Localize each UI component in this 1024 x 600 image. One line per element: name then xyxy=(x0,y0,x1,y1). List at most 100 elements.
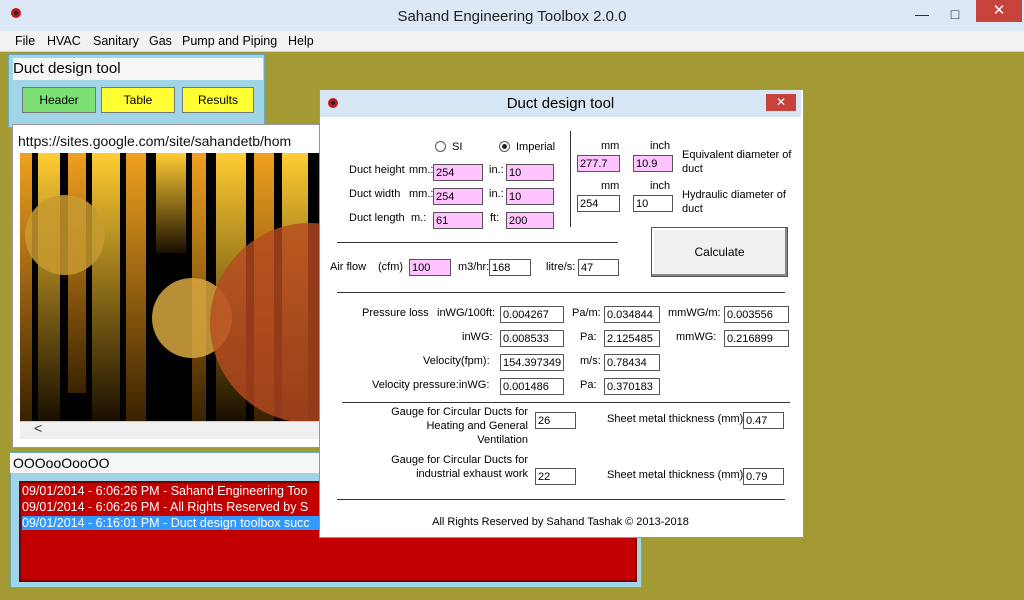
log-title: OOOooOooOO xyxy=(13,455,110,471)
equiv-mm-field[interactable]: 277.7 xyxy=(577,155,620,172)
menu-help[interactable]: Help xyxy=(288,34,314,48)
mmwgm-label: mmWG/m: xyxy=(668,307,721,319)
ls-field[interactable]: 47 xyxy=(578,259,619,276)
imperial-label: Imperial xyxy=(516,141,556,153)
log-line[interactable]: 09/01/2014 - 6:06:26 PM - All Rights Res… xyxy=(22,500,308,514)
imperial-radio[interactable] xyxy=(499,141,510,152)
calculate-button[interactable]: Calculate xyxy=(651,227,788,277)
panel-title: Duct design tool xyxy=(13,58,263,80)
mm-header: mm xyxy=(601,140,620,152)
divider xyxy=(342,402,790,403)
hydraulic-inch-field[interactable]: 10 xyxy=(633,195,673,212)
gauge-industrial-label-line: Gauge for Circular Ducts for xyxy=(391,454,528,466)
width-si-unit: mm.: xyxy=(409,188,434,200)
gauge-industrial-label-line: industrial exhaust work xyxy=(416,468,528,480)
velocity-label: Velocity(fpm): xyxy=(423,355,490,367)
divider xyxy=(337,292,785,293)
close-icon[interactable]: ✕ xyxy=(976,0,1022,22)
inwg100-field[interactable]: 0.004267 xyxy=(500,306,564,323)
equiv-inch-field[interactable]: 10.9 xyxy=(633,155,673,172)
airflow-label: Air flow xyxy=(330,261,367,273)
duct-width-label: Duct width xyxy=(349,188,401,200)
si-label: SI xyxy=(452,141,463,153)
pa-field[interactable]: 2.125485 xyxy=(604,330,660,347)
hvac-thickness-field[interactable]: 0.47 xyxy=(743,412,784,429)
mmwgm-field[interactable]: 0.003556 xyxy=(724,306,789,323)
vp-pa-label: Pa: xyxy=(580,379,597,391)
table-button[interactable]: Table xyxy=(101,87,175,113)
cfm-field[interactable]: 100 xyxy=(409,259,451,276)
dialog-title: Duct design tool xyxy=(506,95,615,112)
inwg-label: inWG: xyxy=(462,331,493,343)
inch-header: inch xyxy=(650,140,671,152)
length-imp-field[interactable]: 200 xyxy=(506,212,554,229)
gauge-hvac-label-line: Heating and General xyxy=(426,420,528,432)
log-line-selected[interactable]: 09/01/2014 - 6:16:01 PM - Duct design to… xyxy=(22,516,320,530)
velocity-pressure-label: Velocity pressure:inWG: xyxy=(372,379,490,391)
divider xyxy=(337,499,785,500)
width-imp-field[interactable]: 10 xyxy=(506,188,554,205)
scroll-left-icon[interactable]: < xyxy=(34,420,42,436)
pam-label: Pa/m: xyxy=(572,307,601,319)
height-imp-field[interactable]: 10 xyxy=(506,164,554,181)
hvac-thickness-label: Sheet metal thickness (mm): xyxy=(607,413,747,425)
log-line[interactable]: 09/01/2014 - 6:06:26 PM - Sahand Enginee… xyxy=(22,484,307,498)
inwg100-label: inWG/100ft: xyxy=(437,307,496,319)
height-si-unit: mm.: xyxy=(409,164,434,176)
m3hr-field[interactable]: 168 xyxy=(489,259,531,276)
header-image xyxy=(20,153,320,421)
footer-copyright: All Rights Reserved by Sahand Tashak © 2… xyxy=(432,516,689,528)
menu-pump-and-piping[interactable]: Pump and Piping xyxy=(182,34,277,48)
vertical-divider xyxy=(570,131,571,227)
width-imp-unit: in.: xyxy=(489,188,504,200)
si-radio[interactable] xyxy=(435,141,446,152)
gauge-hvac-label: Gauge for Circular Ducts for Heating and… xyxy=(368,405,528,447)
inch-header-2: inch xyxy=(650,180,671,192)
pam-field[interactable]: 0.034844 xyxy=(604,306,660,323)
equiv-diameter-label: Equivalent diameter of duct xyxy=(682,149,792,175)
height-si-field[interactable]: 254 xyxy=(433,164,483,181)
ms-label: m/s: xyxy=(580,355,601,367)
height-imp-unit: in.: xyxy=(489,164,504,176)
length-si-field[interactable]: 61 xyxy=(433,212,483,229)
mmwg-field[interactable]: 0.216899 xyxy=(724,330,789,347)
velocity-pressure-field[interactable]: 0.001486 xyxy=(500,378,564,395)
pressure-loss-label: Pressure loss xyxy=(362,307,429,319)
minimize-icon[interactable]: — xyxy=(908,4,936,24)
maximize-icon[interactable]: □ xyxy=(941,4,969,24)
gauge-hvac-label-line: Gauge for Circular Ducts for xyxy=(391,406,528,418)
mmwg-label: mmWG: xyxy=(676,331,717,343)
length-imp-unit: ft: xyxy=(490,212,500,224)
menu-sanitary[interactable]: Sanitary xyxy=(93,34,139,48)
header-button[interactable]: Header xyxy=(22,87,96,113)
menu-gas[interactable]: Gas xyxy=(149,34,172,48)
hydraulic-mm-field[interactable]: 254 xyxy=(577,195,620,212)
gauge-hvac-field[interactable]: 26 xyxy=(535,412,576,429)
hydraulic-diameter-label: Hydraulic diameter of duct xyxy=(682,189,786,215)
gauge-industrial-label: Gauge for Circular Ducts for industrial … xyxy=(368,453,528,481)
vp-pa-field[interactable]: 0.370183 xyxy=(604,378,660,395)
length-si-unit: m.: xyxy=(411,212,427,224)
menu-file[interactable]: File xyxy=(15,34,35,48)
divider xyxy=(337,242,618,243)
dialog-close-icon[interactable]: ✕ xyxy=(766,94,796,111)
mm-header-2: mm xyxy=(601,180,620,192)
industrial-thickness-label: Sheet metal thickness (mm): xyxy=(607,469,747,481)
m3hr-label: m3/hr: xyxy=(458,261,490,273)
duct-length-label: Duct length xyxy=(349,212,405,224)
inwg-field[interactable]: 0.008533 xyxy=(500,330,564,347)
cfm-label: (cfm) xyxy=(378,261,404,273)
velocity-field[interactable]: 154.397349 xyxy=(500,354,564,371)
ls-label: litre/s: xyxy=(546,261,576,273)
app-title: Sahand Engineering Toolbox 2.0.0 xyxy=(397,8,627,25)
results-button[interactable]: Results xyxy=(182,87,254,113)
width-si-field[interactable]: 254 xyxy=(433,188,483,205)
pa-label: Pa: xyxy=(580,331,597,343)
industrial-thickness-field[interactable]: 0.79 xyxy=(743,468,784,485)
horizontal-scrollbar[interactable] xyxy=(20,421,320,439)
menu-hvac[interactable]: HVAC xyxy=(47,34,81,48)
ms-field[interactable]: 0.78434 xyxy=(604,354,660,371)
gauge-industrial-field[interactable]: 22 xyxy=(535,468,576,485)
url-text[interactable]: https://sites.google.com/site/sahandetb/… xyxy=(18,133,291,149)
duct-height-label: Duct height xyxy=(349,164,405,176)
